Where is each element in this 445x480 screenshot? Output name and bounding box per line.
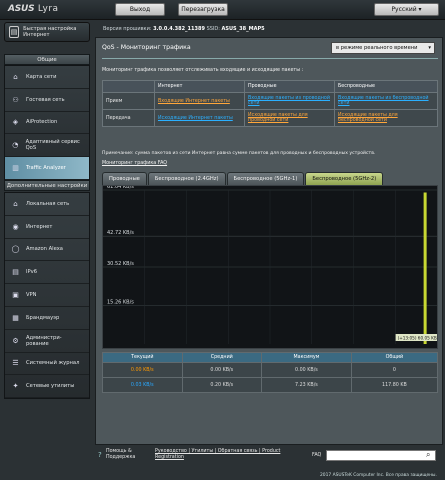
quick-setup-button[interactable]: ▤ Быстрая настройка Интернет: [4, 22, 90, 42]
sidebar-item-guest-network[interactable]: ⚇ Гостевая сеть: [5, 89, 89, 112]
sidebar-item-wan[interactable]: ◉ Интернет: [5, 216, 89, 239]
top-bar: ASUS Lyra Выход Перезагрузка Русский ▾: [0, 0, 445, 20]
y-tick-label: 15.26 KB/s: [107, 300, 134, 306]
aiprotection-icon: ◈: [12, 118, 19, 127]
reboot-button[interactable]: Перезагрузка: [178, 3, 228, 16]
sidebar-item-ipv6[interactable]: ▤ IPv6: [5, 261, 89, 285]
traffic-bar: [423, 192, 427, 344]
quick-setup-icon: ▤: [9, 26, 20, 38]
vpn-icon: ▣: [12, 291, 19, 300]
traffic-chart: 61.04 KB/s 42.72 KB/s 30.52 KB/s 15.26 KB/s…: [102, 184, 445, 349]
sidebar-item-network-tools[interactable]: ✦ Сетевые утилиты: [5, 375, 89, 399]
footer: ? Помощь & Поддержка Руководство | Утили…: [96, 449, 444, 463]
faq-link[interactable]: Мониторинг трафика FAQ: [102, 161, 167, 166]
sidebar-item-admin[interactable]: ⚙ Администри-рование: [5, 330, 89, 353]
alexa-icon: ◯: [11, 245, 20, 254]
y-tick-label: 30.52 KB/s: [107, 261, 134, 267]
sidebar-item-traffic-analyzer[interactable]: ▥ Traffic Analyzer: [5, 157, 89, 180]
network-tools-icon: ✦: [12, 382, 19, 391]
search-icon[interactable]: ⌕: [426, 450, 430, 460]
divider: [102, 58, 438, 59]
lan-icon: ⌂: [13, 199, 18, 208]
chevron-down-icon: ▾: [428, 45, 431, 51]
main-panel: QoS - Мониторинг трафика в режиме реальн…: [95, 37, 445, 445]
firewall-icon: ▦: [12, 313, 19, 322]
network-map-icon: ⌂: [13, 72, 18, 81]
table-row: 0.00 KB/s 0.00 KB/s 0.00 KB/s 0: [102, 362, 439, 378]
advanced-section-title: Дополнительные настройки: [4, 180, 90, 191]
sidebar-item-firewall[interactable]: ▦ Брандмауэр: [5, 307, 89, 330]
general-section-title: Общие: [4, 54, 90, 65]
sidebar-item-alexa[interactable]: ◯ Amazon Alexa: [5, 239, 89, 262]
traffic-legend-table: Интернет Проводные Беспроводные Прием Вх…: [102, 80, 438, 127]
help-support-link[interactable]: Помощь & Поддержка: [106, 449, 146, 461]
row-label-receive: Прием: [102, 92, 155, 110]
ipv6-icon: ▤: [12, 268, 19, 277]
logo: ASUS Lyra: [8, 4, 59, 14]
row-label-transmit: Передача: [102, 109, 155, 127]
sidebar-item-syslog[interactable]: ☰ Системный журнал: [5, 353, 89, 376]
qos-icon: ◔: [12, 141, 19, 150]
faq-label: FAQ: [312, 453, 322, 458]
copyright: 2017 ASUSTeK Computer Inc. Все права защ…: [320, 473, 437, 478]
description: Мониторинг трафика позволяет отслеживать…: [102, 68, 304, 73]
syslog-icon: ☰: [12, 359, 19, 368]
link-wireless-out[interactable]: Исходящие пакеты для беспроводной сети: [338, 113, 398, 123]
chart-readout: (+13:05) 60.05 KB/s: [398, 336, 437, 341]
link-wireless-in[interactable]: Входящие пакеты из беспроводной сети: [338, 96, 429, 106]
tab-wireless-5-2[interactable]: Беспроводное (5GHz-2): [305, 172, 384, 185]
page-title: QoS - Мониторинг трафика: [102, 44, 191, 51]
sidebar-item-qos[interactable]: ◔ Адаптивный сервис QoS: [5, 134, 89, 158]
general-nav: ⌂ Карта сети ⚇ Гостевая сеть ◈ AiProtection…: [4, 65, 90, 181]
stats-table: Текущий Средний Максимум Общий 0.00 KB/s…: [102, 352, 439, 393]
help-icon: ?: [98, 451, 102, 459]
logout-button[interactable]: Выход: [115, 3, 165, 16]
link-internet-in[interactable]: Входящие Интернет пакеты: [158, 99, 230, 104]
sidebar-item-lan[interactable]: ⌂ Локальная сеть: [5, 193, 89, 216]
link-wired-in[interactable]: Входящие пакеты из проводной сети: [248, 96, 330, 106]
sidebar-item-aiprotection[interactable]: ◈ AiProtection: [5, 112, 89, 135]
mode-select[interactable]: в режиме реального времени ▾: [331, 42, 435, 54]
sidebar-item-network-map[interactable]: ⌂ Карта сети: [5, 66, 89, 89]
admin-icon: ⚙: [12, 336, 19, 345]
y-tick-label: 42.72 KB/s: [107, 230, 134, 236]
language-select[interactable]: Русский ▾: [374, 3, 439, 16]
sidebar-item-vpn[interactable]: ▣ VPN: [5, 284, 89, 307]
tab-wireless-24[interactable]: Беспроводное (2.4GHz): [147, 172, 226, 185]
y-tick-label: 61.04 KB/s: [107, 186, 134, 190]
advanced-nav: ⌂ Локальная сеть ◉ Интернет ◯ Amazon Alexa …: [4, 192, 90, 400]
footer-links[interactable]: Руководство | Утилиты | Обратная связь |…: [155, 449, 305, 461]
traffic-analyzer-icon: ▥: [12, 164, 19, 173]
tab-wireless-5-1[interactable]: Беспроводное (5GHz-1): [226, 172, 305, 185]
table-row: 0.03 KB/s 0.20 KB/s 7.23 KB/s 117.80 KB: [102, 377, 439, 393]
traffic-chart-svg: 61.04 KB/s 42.72 KB/s 30.52 KB/s 15.26 KB/s…: [103, 184, 445, 344]
link-internet-out[interactable]: Исходящие Интернет пакеты: [158, 116, 233, 121]
link-wired-out[interactable]: Исходящие пакеты для проводной сети: [248, 113, 308, 123]
tab-wired[interactable]: Проводные: [102, 172, 147, 185]
wan-icon: ◉: [12, 222, 19, 231]
guest-network-icon: ⚇: [12, 95, 19, 104]
faq-search-input[interactable]: [326, 450, 436, 461]
tabs: Проводные Беспроводное (2.4GHz) Беспрово…: [102, 172, 384, 185]
note-text: Примечание: сумма пакетов из сети Интерн…: [102, 151, 376, 156]
